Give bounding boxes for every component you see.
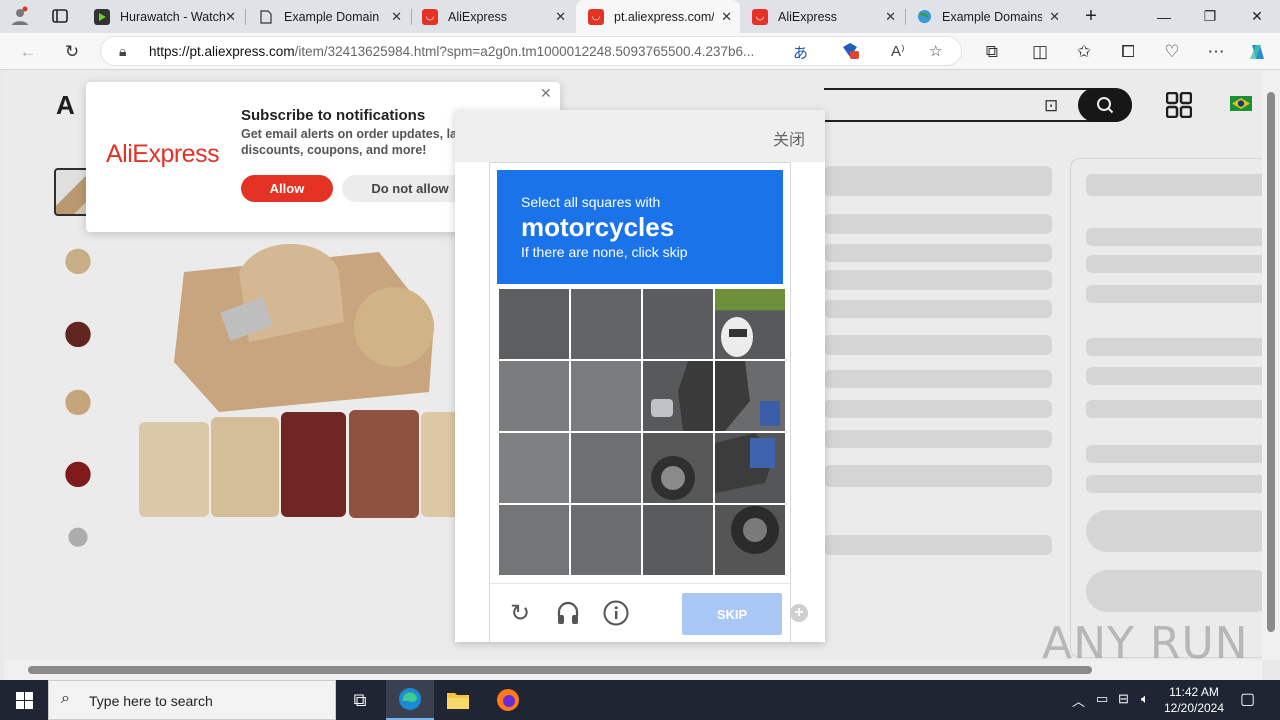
anyrun-watermark: ANY RUN: [1042, 618, 1249, 660]
captcha-instructions: Select all squares with motorcycles If t…: [497, 170, 783, 284]
close-icon[interactable]: ✕: [225, 9, 236, 25]
captcha-tile[interactable]: [499, 433, 569, 503]
captcha-tile[interactable]: [499, 505, 569, 575]
captcha-tile[interactable]: [643, 433, 713, 503]
captcha-close-button[interactable]: 关闭: [773, 126, 805, 150]
page-icon: [258, 9, 274, 25]
favorites-icon[interactable]: ✩: [1070, 39, 1098, 65]
tab-aliexpress-2[interactable]: ◡ AliExpress ✕: [740, 0, 904, 33]
battery-icon[interactable]: ▭: [1096, 691, 1108, 707]
notification-text: Get email alerts on order updates, la di…: [241, 127, 456, 157]
captcha-keyword: motorcycles: [521, 212, 675, 242]
translate-icon[interactable]: あ: [793, 42, 808, 63]
captcha-tile[interactable]: [571, 505, 641, 575]
window-close-button[interactable]: ✕: [1234, 0, 1280, 33]
taskbar: ⌕ Type here to search ⧉ ︿ ▭ ⊟ 🔈︎ 11:42 A…: [0, 680, 1280, 720]
tab-example-domain[interactable]: Example Domain ✕: [246, 0, 410, 33]
refresh-icon[interactable]: ↻: [505, 598, 535, 628]
close-icon[interactable]: ✕: [540, 85, 552, 102]
restore-button[interactable]: ❐: [1187, 0, 1233, 33]
aliexpress-icon: ◡: [588, 8, 604, 25]
split-screen-icon[interactable]: ◫: [1026, 39, 1054, 65]
web-page: A ⊡ AliExpress Subscribe to notification…: [4, 70, 1262, 660]
tab-hurawatch[interactable]: Hurawatch - Watch ✕: [82, 0, 244, 33]
audio-headphones-icon[interactable]: [553, 598, 583, 628]
allow-button[interactable]: Allow: [241, 175, 333, 202]
windows-start-icon[interactable]: [0, 680, 48, 720]
captcha-tile[interactable]: [571, 361, 641, 431]
back-icon[interactable]: ←: [14, 39, 42, 65]
captcha-tile[interactable]: [643, 505, 713, 575]
tab-example-domains[interactable]: Example Domains ✕: [904, 0, 1068, 33]
read-aloud-icon[interactable]: A⁾: [891, 42, 905, 60]
captcha-tile[interactable]: [643, 289, 713, 359]
lock-icon: 🔒︎: [119, 43, 127, 59]
collections-icon[interactable]: ⧠: [1114, 39, 1142, 65]
captcha-image-grid: [499, 289, 785, 575]
minimize-button[interactable]: —: [1141, 0, 1187, 33]
clock[interactable]: 11:42 AM 12/20/2024: [1160, 684, 1228, 716]
extensions-puzzle-icon[interactable]: ⧉: [978, 39, 1006, 65]
hurawatch-icon: [94, 8, 110, 25]
aliexpress-icon: ◡: [422, 8, 438, 25]
notification-title: Subscribe to notifications: [241, 107, 426, 124]
firefox-icon[interactable]: [484, 680, 532, 720]
extension-icon[interactable]: [841, 42, 859, 64]
search-icon: ⌕: [61, 690, 70, 707]
captcha-modal: 关闭 Select all squares with motorcycles I…: [455, 110, 825, 642]
close-icon[interactable]: ✕: [721, 9, 732, 25]
taskbar-search-box[interactable]: ⌕ Type here to search: [48, 680, 336, 720]
file-explorer-icon[interactable]: [434, 680, 482, 720]
captcha-tile[interactable]: [715, 505, 785, 575]
favorite-star-icon[interactable]: ☆: [929, 42, 942, 60]
close-icon[interactable]: ✕: [555, 9, 566, 25]
address-toolbar: ← ↻ 🔒︎ https://pt.aliexpress.com/item/32…: [0, 33, 1280, 70]
close-icon[interactable]: ✕: [391, 9, 402, 25]
refresh-icon[interactable]: ↻: [58, 39, 86, 65]
aliexpress-icon: ◡: [752, 8, 768, 25]
task-view-icon[interactable]: ⧉: [336, 680, 384, 720]
notification-center-icon[interactable]: ▢: [1240, 689, 1255, 709]
browser-essentials-icon[interactable]: ♡: [1158, 39, 1186, 65]
captcha-tile[interactable]: [499, 361, 569, 431]
captcha-tile[interactable]: [571, 289, 641, 359]
close-icon[interactable]: ✕: [1049, 9, 1060, 25]
globe-icon: [916, 9, 932, 25]
edge-icon[interactable]: [386, 680, 434, 720]
tab-aliexpress-1[interactable]: ◡ AliExpress ✕: [410, 0, 574, 33]
captcha-tile[interactable]: [499, 289, 569, 359]
horizontal-scrollbar[interactable]: [4, 660, 1262, 680]
url-text[interactable]: https://pt.aliexpress.com/item/324136259…: [149, 44, 789, 59]
network-icon[interactable]: ⊟: [1118, 691, 1129, 707]
tab-actions-icon[interactable]: [46, 3, 74, 29]
tab-bar: Hurawatch - Watch ✕ Example Domain ✕ ◡ A…: [0, 0, 1280, 33]
more-menu-icon[interactable]: ⋯: [1202, 39, 1230, 65]
captcha-footer: ↻ SKIP: [490, 583, 790, 643]
captcha-tile[interactable]: [715, 361, 785, 431]
profile-icon[interactable]: [6, 3, 34, 29]
plus-icon[interactable]: +: [790, 604, 808, 622]
vertical-scrollbar[interactable]: [1262, 70, 1280, 660]
address-bar[interactable]: 🔒︎ https://pt.aliexpress.com/item/324136…: [100, 36, 962, 66]
skip-button[interactable]: SKIP: [682, 593, 782, 635]
info-icon[interactable]: [601, 598, 631, 628]
close-icon[interactable]: ✕: [885, 9, 896, 25]
show-hidden-icons[interactable]: ︿: [1072, 691, 1085, 710]
aliexpress-logo: AliExpress: [106, 140, 220, 168]
captcha-tile[interactable]: [571, 433, 641, 503]
captcha-tile[interactable]: [643, 361, 713, 431]
new-tab-button[interactable]: +: [1068, 0, 1114, 33]
tab-pt-aliexpress[interactable]: ◡ pt.aliexpress.com/ ✕: [576, 0, 740, 33]
captcha-tile[interactable]: [715, 433, 785, 503]
captcha-tile[interactable]: [715, 289, 785, 359]
captcha-header: 关闭: [455, 110, 825, 162]
copilot-icon[interactable]: [1244, 39, 1272, 65]
captcha-frame: Select all squares with motorcycles If t…: [489, 162, 791, 642]
volume-icon[interactable]: 🔈︎: [1141, 691, 1149, 707]
